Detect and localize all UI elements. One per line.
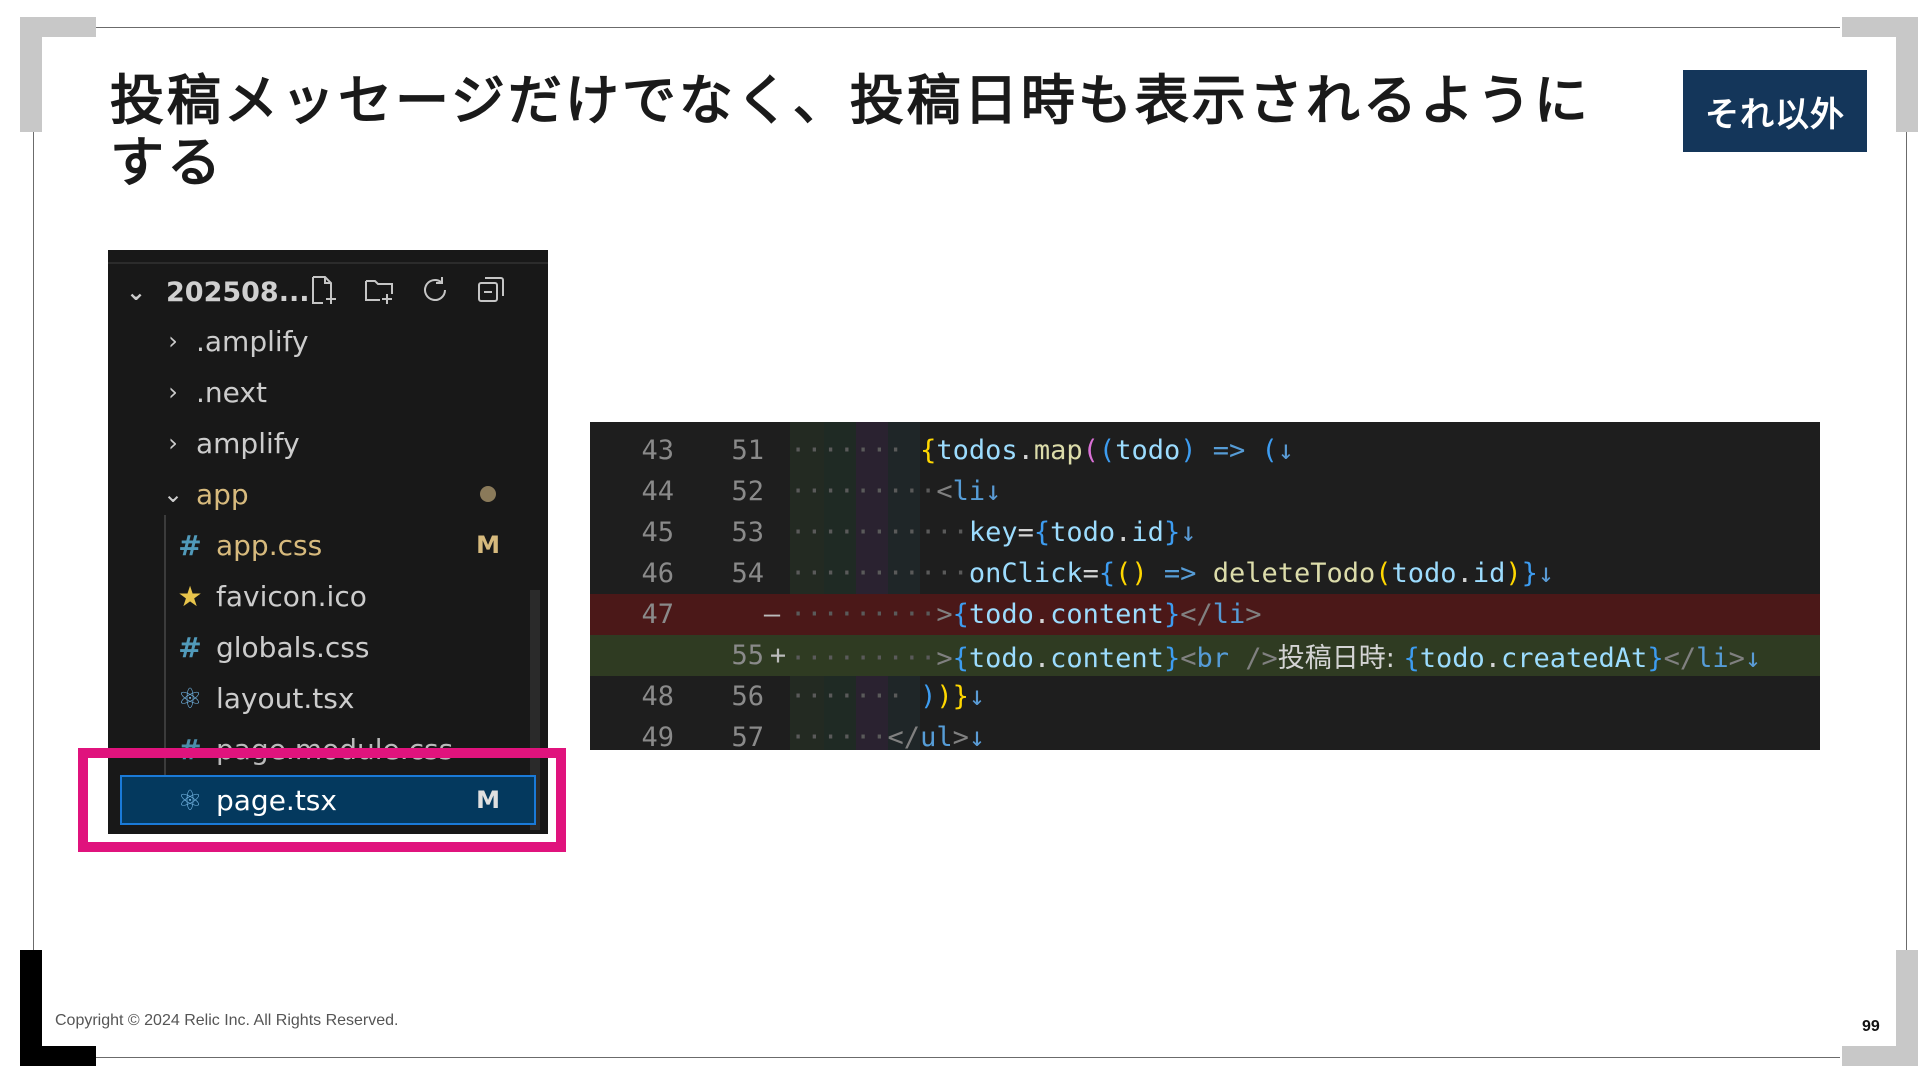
react-file-icon: ⚛ bbox=[177, 681, 203, 715]
new-line-number: 55 bbox=[731, 640, 764, 671]
code-line: ······· {todos.map((todo) => (↓ bbox=[790, 435, 1295, 466]
diff-row: 49 57 ······</ul>↓ bbox=[590, 717, 1820, 750]
favicon-file-icon: ★ bbox=[177, 579, 203, 613]
code-line: ···········key={todo.id}↓ bbox=[790, 517, 1197, 548]
tree-item-amplify[interactable]: › amplify bbox=[108, 418, 548, 468]
diff-row: 48 56 ······· ))}↓ bbox=[590, 676, 1820, 717]
new-file-icon[interactable] bbox=[304, 270, 342, 310]
old-line-number: 45 bbox=[641, 517, 674, 548]
frame-left-line bbox=[33, 130, 34, 950]
frame-top-line bbox=[96, 27, 1840, 28]
explorer-actions bbox=[304, 270, 510, 310]
old-line-number: 44 bbox=[641, 476, 674, 507]
explorer-top-border bbox=[108, 262, 548, 264]
css-file-icon: # bbox=[178, 528, 202, 562]
tree-item-label: .amplify bbox=[196, 324, 309, 358]
diff-row-deleted: 47 — ·········>{todo.content}</li> bbox=[590, 594, 1820, 635]
git-status-badge: M bbox=[476, 531, 500, 559]
corner-top-left-v bbox=[20, 17, 42, 132]
frame-bottom-line bbox=[96, 1057, 1840, 1058]
new-line-number: 51 bbox=[731, 435, 764, 466]
diff-row: 44 52 ·········<li↓ bbox=[590, 471, 1820, 512]
tree-item-label: globals.css bbox=[216, 630, 370, 664]
chevron-down-icon: ⌄ bbox=[162, 480, 184, 508]
tree-item-globals-css[interactable]: # globals.css bbox=[108, 622, 548, 672]
diff-row: 43 51 ······· {todos.map((todo) => (↓ bbox=[590, 430, 1820, 471]
tree-item-app-css[interactable]: # app.css M bbox=[108, 520, 548, 570]
tree-item-label: favicon.ico bbox=[216, 579, 367, 613]
corner-bottom-left-h bbox=[20, 1046, 96, 1066]
old-line-number: 49 bbox=[641, 722, 674, 750]
new-line-number: 54 bbox=[731, 558, 764, 589]
code-line: ·········<li↓ bbox=[790, 476, 1002, 507]
page-number: 99 bbox=[1862, 1018, 1880, 1035]
diff-row-added: 55 + ·········>{todo.content}<br />投稿日時:… bbox=[590, 635, 1820, 676]
tree-item-label: app bbox=[196, 477, 249, 511]
code-line: ······· ))}↓ bbox=[790, 681, 986, 712]
explorer-root-header[interactable]: ⌄ 202508... bbox=[126, 268, 310, 316]
chevron-right-icon: › bbox=[168, 378, 178, 406]
corner-top-right-v bbox=[1896, 17, 1918, 132]
css-file-icon: # bbox=[178, 630, 202, 664]
old-line-number: 43 bbox=[641, 435, 674, 466]
new-line-number: 57 bbox=[731, 722, 764, 750]
tree-item-next[interactable]: › .next bbox=[108, 367, 548, 417]
copyright-footer: Copyright © 2024 Relic Inc. All Rights R… bbox=[55, 1012, 399, 1029]
old-line-number: 47 bbox=[641, 599, 674, 630]
modified-dot-icon bbox=[480, 486, 496, 502]
code-line: ·········>{todo.content}<br />投稿日時: {tod… bbox=[790, 643, 1762, 674]
tree-item-label: app.css bbox=[216, 528, 323, 562]
tree-item-label: amplify bbox=[196, 426, 300, 460]
tree-item-label: .next bbox=[196, 375, 267, 409]
old-line-number: 48 bbox=[641, 681, 674, 712]
diff-row: 45 53 ···········key={todo.id}↓ bbox=[590, 512, 1820, 553]
chevron-right-icon: › bbox=[168, 327, 178, 355]
code-line: ·········>{todo.content}</li> bbox=[790, 599, 1262, 630]
corner-bottom-right-h bbox=[1842, 1046, 1918, 1066]
collapse-all-icon[interactable] bbox=[472, 270, 510, 310]
category-badge: それ以外 bbox=[1683, 70, 1867, 152]
explorer-root-label: 202508... bbox=[166, 276, 310, 308]
new-folder-icon[interactable] bbox=[360, 270, 398, 310]
frame-right-line bbox=[1906, 130, 1907, 950]
selection-highlight-box bbox=[78, 748, 566, 852]
diff-viewer: 43 51 ······· {todos.map((todo) => (↓ 44… bbox=[590, 422, 1820, 750]
tree-item-favicon[interactable]: ★ favicon.ico bbox=[108, 571, 548, 621]
code-line: ······</ul>↓ bbox=[790, 722, 986, 750]
chevron-right-icon: › bbox=[168, 429, 178, 457]
diff-marker: + bbox=[769, 640, 787, 671]
refresh-icon[interactable] bbox=[416, 270, 454, 310]
tree-item-label: layout.tsx bbox=[216, 681, 355, 715]
file-explorer: ⌄ 202508... › .amplify › .next › amplify… bbox=[108, 250, 548, 834]
chevron-down-icon: ⌄ bbox=[126, 278, 147, 306]
tree-item-app[interactable]: ⌄ app bbox=[108, 469, 548, 519]
diff-row: 46 54 ···········onClick={() => deleteTo… bbox=[590, 553, 1820, 594]
new-line-number: 52 bbox=[731, 476, 764, 507]
diff-marker: — bbox=[763, 599, 781, 630]
old-line-number: 46 bbox=[641, 558, 674, 589]
tree-item-amplify-hidden[interactable]: › .amplify bbox=[108, 316, 548, 366]
tree-item-layout-tsx[interactable]: ⚛ layout.tsx bbox=[108, 673, 548, 723]
code-line: ···········onClick={() => deleteTodo(tod… bbox=[790, 558, 1555, 589]
new-line-number: 56 bbox=[731, 681, 764, 712]
new-line-number: 53 bbox=[731, 517, 764, 548]
slide-title: 投稿メッセージだけでなく、投稿日時も表示されるようにする bbox=[110, 69, 1591, 194]
